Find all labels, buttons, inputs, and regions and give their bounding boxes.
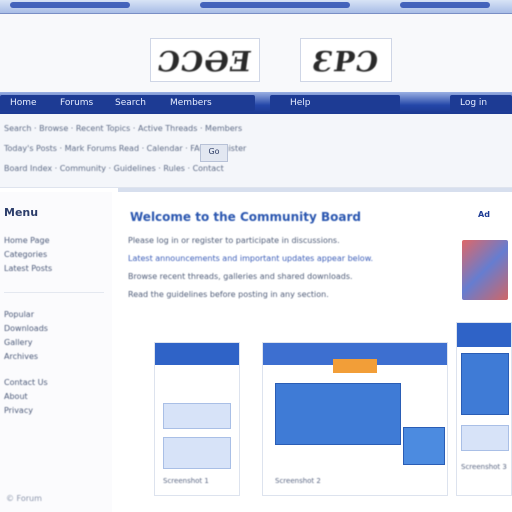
thumbnail-panel: [403, 427, 445, 465]
sidebar-link[interactable]: Popular: [4, 310, 34, 319]
top-strip-decoration: [200, 2, 350, 8]
captcha-text: ƆƆƏƎ: [155, 45, 255, 78]
nav-item-forums[interactable]: Forums: [60, 96, 93, 110]
main-text-line: Read the guidelines before posting in an…: [128, 290, 329, 299]
sidebar-link[interactable]: Archives: [4, 352, 38, 361]
sidebar-link[interactable]: Contact Us: [4, 378, 48, 387]
captcha-image-left: ƆƆƏƎ: [150, 38, 260, 82]
captcha-text: ƐPƆ: [310, 45, 382, 78]
sidebar-title: Menu: [4, 206, 39, 219]
thumbnail-panel: [163, 437, 231, 469]
thumbnail-panel: [461, 353, 509, 415]
thumbnail-accent: [333, 359, 377, 373]
sidebar-link[interactable]: Gallery: [4, 338, 33, 347]
thumbnail-label: Screenshot 1: [163, 477, 209, 485]
ad-image: [462, 240, 508, 300]
thumbnail-label: Screenshot 2: [275, 477, 321, 485]
main-title: Welcome to the Community Board: [130, 210, 361, 224]
browser-top-strip: [0, 0, 512, 14]
thumbnail-panel: [275, 383, 401, 445]
thumbnail-header-bar: [457, 323, 511, 347]
thumbnail-panel: [163, 403, 231, 429]
sidebar-link[interactable]: Privacy: [4, 406, 33, 415]
sidebar-link[interactable]: About: [4, 392, 28, 401]
thumbnail-card[interactable]: Screenshot 1: [154, 342, 240, 496]
left-sidebar: Menu Home Page Categories Latest Posts P…: [0, 192, 112, 512]
main-text-line: Browse recent threads, galleries and sha…: [128, 272, 353, 281]
footer-mark: © Forum: [6, 494, 42, 503]
top-strip-decoration: [400, 2, 490, 8]
subbar-row: Search · Browse · Recent Topics · Active…: [4, 124, 243, 133]
nav-item-help[interactable]: Help: [290, 96, 311, 110]
nav-item-search[interactable]: Search: [115, 96, 146, 110]
thumbnail-label: Screenshot 3: [461, 463, 507, 471]
sidebar-link[interactable]: Home Page: [4, 236, 50, 245]
top-strip-decoration: [10, 2, 130, 8]
thumbnail-panel: [461, 425, 509, 451]
thumbnail-card[interactable]: Screenshot 3: [456, 322, 512, 496]
subbar-row: Board Index · Community · Guidelines · R…: [4, 164, 224, 173]
nav-item-members[interactable]: Members: [170, 96, 212, 110]
nav-item-login[interactable]: Log in: [460, 96, 487, 110]
thumbnail-header-bar: [155, 343, 239, 365]
go-button[interactable]: Go: [200, 144, 228, 162]
side-advertisement[interactable]: Ad: [460, 210, 510, 302]
main-navbar: Home Forums Search Members Help Log in: [0, 92, 512, 114]
main-text-line[interactable]: Latest announcements and important updat…: [128, 254, 373, 263]
thumbnail-card[interactable]: Screenshot 2: [262, 342, 448, 496]
info-subbar: Search · Browse · Recent Topics · Active…: [0, 114, 512, 188]
sidebar-separator: [4, 292, 104, 293]
nav-item-home[interactable]: Home: [10, 96, 37, 110]
ad-label: Ad: [478, 210, 490, 219]
captcha-image-right: ƐPƆ: [300, 38, 392, 82]
sidebar-link[interactable]: Categories: [4, 250, 47, 259]
sidebar-link[interactable]: Downloads: [4, 324, 48, 333]
main-text-line: Please log in or register to participate…: [128, 236, 340, 245]
sidebar-link[interactable]: Latest Posts: [4, 264, 52, 273]
